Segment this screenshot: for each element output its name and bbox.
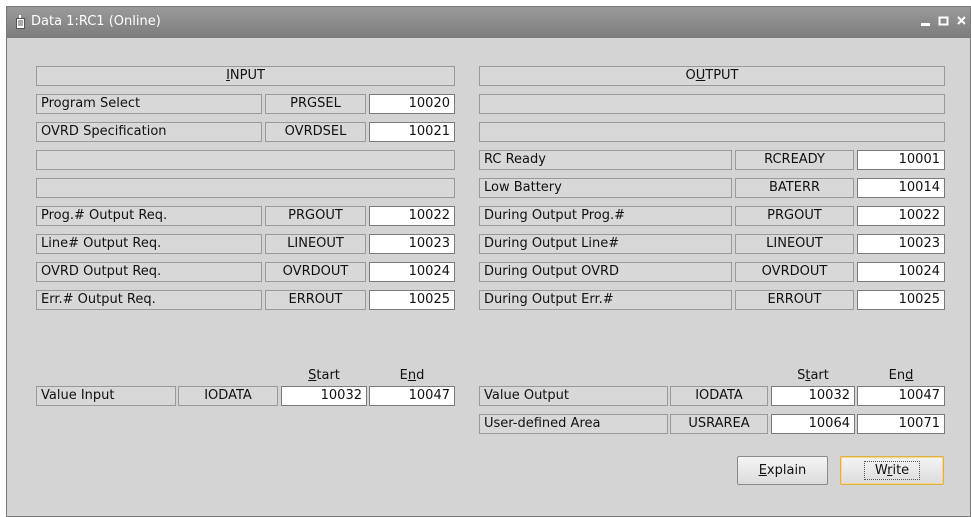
output-empty-row [479, 122, 945, 142]
explain-button[interactable]: Explain [737, 456, 828, 485]
input-row-label: Program Select [36, 94, 262, 114]
output-start-header: Start [797, 368, 829, 383]
output-row-value[interactable]: 10022 [857, 206, 945, 226]
input-row-label: Prog.# Output Req. [36, 206, 262, 226]
input-row-value[interactable]: 10025 [369, 290, 455, 310]
input-row-value[interactable]: 10023 [369, 234, 455, 254]
input-row-value[interactable]: 10024 [369, 262, 455, 282]
input-empty-row [36, 150, 455, 170]
output-row-label: During Output Prog.# [479, 206, 732, 226]
output-header: OUTPUT [479, 66, 945, 86]
input-row-label: OVRD Specification [36, 122, 262, 142]
input-row-value[interactable]: 10022 [369, 206, 455, 226]
input-row-signal: ERROUT [265, 290, 366, 310]
input-range-end[interactable]: 10047 [369, 386, 455, 406]
input-range-signal: IODATA [178, 386, 278, 406]
input-row-signal: PRGOUT [265, 206, 366, 226]
output-row-label: RC Ready [479, 150, 732, 170]
input-end-header: End [399, 368, 425, 383]
input-range-start[interactable]: 10032 [281, 386, 367, 406]
output-range-signal: IODATA [670, 386, 768, 406]
output-range-label: User-defined Area [479, 414, 668, 434]
write-button[interactable]: Write [840, 456, 944, 485]
input-row-value[interactable]: 10020 [369, 94, 455, 114]
input-empty-row [36, 178, 455, 198]
output-row-label: Low Battery [479, 178, 732, 198]
content-area: INPUT Program Select PRGSEL 10020 OVRD Speci… [0, 0, 971, 517]
output-row-value[interactable]: 10024 [857, 262, 945, 282]
input-row-label: OVRD Output Req. [36, 262, 262, 282]
input-range-label: Value Input [36, 386, 176, 406]
input-header: INPUT [36, 66, 455, 86]
output-range-start[interactable]: 10032 [771, 386, 855, 406]
output-range-label: Value Output [479, 386, 668, 406]
output-row-signal: LINEOUT [735, 234, 854, 254]
output-range-end[interactable]: 10071 [857, 414, 945, 434]
output-end-header: End [888, 368, 914, 383]
output-row-signal: OVRDOUT [735, 262, 854, 282]
output-row-value[interactable]: 10014 [857, 178, 945, 198]
output-row-value[interactable]: 10001 [857, 150, 945, 170]
output-row-label: During Output Err.# [479, 290, 732, 310]
input-start-header: Start [308, 368, 340, 383]
input-row-signal: PRGSEL [265, 94, 366, 114]
output-range-start[interactable]: 10064 [771, 414, 855, 434]
input-row-signal: LINEOUT [265, 234, 366, 254]
output-row-signal: ERROUT [735, 290, 854, 310]
input-row-label: Line# Output Req. [36, 234, 262, 254]
output-range-signal: USRAREA [670, 414, 768, 434]
output-row-label: During Output OVRD [479, 262, 732, 282]
input-row-signal: OVRDSEL [265, 122, 366, 142]
output-row-signal: BATERR [735, 178, 854, 198]
output-row-value[interactable]: 10023 [857, 234, 945, 254]
input-row-signal: OVRDOUT [265, 262, 366, 282]
input-row-label: Err.# Output Req. [36, 290, 262, 310]
output-row-signal: PRGOUT [735, 206, 854, 226]
output-row-label: During Output Line# [479, 234, 732, 254]
input-row-value[interactable]: 10021 [369, 122, 455, 142]
output-range-end[interactable]: 10047 [857, 386, 945, 406]
output-row-value[interactable]: 10025 [857, 290, 945, 310]
output-row-signal: RCREADY [735, 150, 854, 170]
output-empty-row [479, 94, 945, 114]
